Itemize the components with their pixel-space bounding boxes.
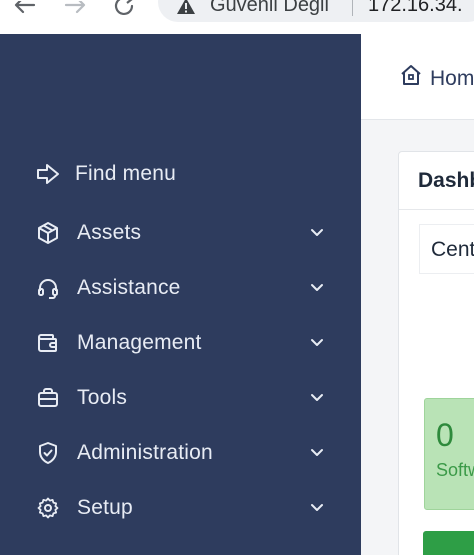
green-action-button[interactable] — [423, 531, 474, 555]
warning-icon[interactable] — [176, 0, 196, 21]
chevron-down-icon[interactable] — [308, 279, 326, 297]
sidebar-item-label: Assistance — [77, 276, 181, 299]
briefcase-icon — [34, 384, 62, 412]
stat-value: 0 — [436, 417, 454, 453]
gear-icon — [34, 494, 62, 522]
tab-central[interactable]: Cent — [419, 224, 474, 274]
wallet-icon — [34, 329, 62, 357]
sidebar-item-administration[interactable]: Administration — [0, 433, 361, 473]
sidebar-item-label: Setup — [77, 496, 133, 519]
main-content: Hom Dashb Cent 0 Softw — [361, 34, 474, 555]
tab-label: Cent — [431, 238, 474, 261]
breadcrumb-home[interactable]: Hom — [430, 67, 474, 91]
sidebar-item-management[interactable]: Management — [0, 323, 361, 363]
stat-card-software[interactable]: 0 Softw — [424, 398, 474, 510]
browser-toolbar: Güvenli Değil 172.16.34. — [0, 0, 474, 34]
card-title: Dashb — [418, 169, 474, 192]
arrow-right-icon — [34, 160, 62, 188]
sidebar: Find menu Assets Assistance Management T… — [0, 34, 361, 555]
top-header: Hom — [361, 34, 474, 120]
sidebar-item-assets[interactable]: Assets — [0, 213, 361, 253]
chevron-down-icon[interactable] — [308, 389, 326, 407]
sidebar-item-assistance[interactable]: Assistance — [0, 268, 361, 308]
cube-icon — [34, 219, 62, 247]
sidebar-item-label: Management — [77, 331, 202, 354]
reload-icon[interactable] — [110, 0, 140, 18]
sidebar-item-label: Assets — [77, 221, 142, 244]
home-icon[interactable] — [399, 64, 423, 91]
sidebar-item-label: Find menu — [75, 162, 177, 185]
headset-icon — [34, 274, 62, 302]
sidebar-item-label: Administration — [77, 441, 213, 464]
card-header: Dashb — [399, 152, 474, 210]
sidebar-item-find-menu[interactable]: Find menu — [0, 154, 361, 194]
shield-check-icon — [34, 439, 62, 467]
chevron-down-icon[interactable] — [308, 224, 326, 242]
forward-arrow-icon[interactable] — [60, 0, 90, 18]
chevron-down-icon[interactable] — [308, 444, 326, 462]
chevron-down-icon[interactable] — [308, 499, 326, 517]
sidebar-item-label: Tools — [77, 386, 128, 409]
sidebar-item-tools[interactable]: Tools — [0, 378, 361, 418]
stat-label: Softw — [436, 460, 474, 480]
url-text[interactable]: 172.16.34. — [368, 0, 463, 17]
dashboard-card: Dashb Cent 0 Softw — [398, 151, 474, 555]
sidebar-item-setup[interactable]: Setup — [0, 488, 361, 528]
address-separator — [352, 0, 353, 16]
back-arrow-icon[interactable] — [10, 0, 40, 18]
chevron-down-icon[interactable] — [308, 334, 326, 352]
security-status-text[interactable]: Güvenli Değil — [210, 0, 329, 17]
